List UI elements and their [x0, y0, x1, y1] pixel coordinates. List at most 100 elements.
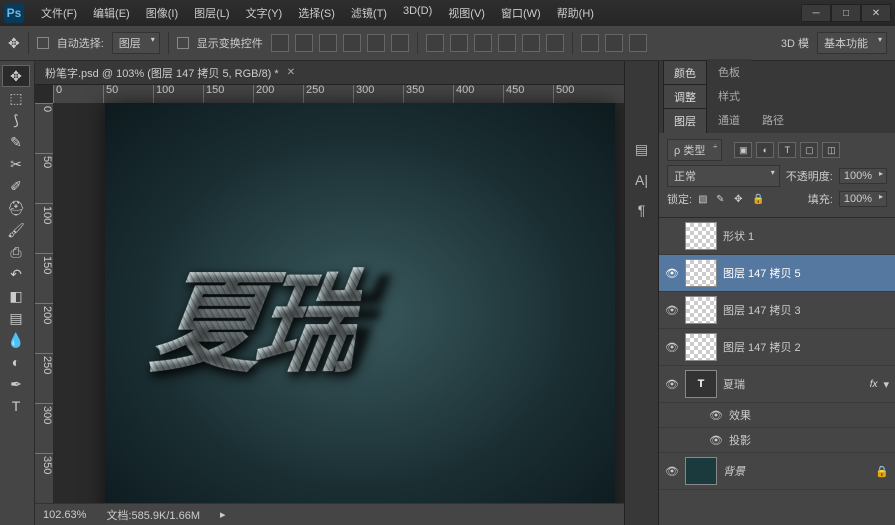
canvas-text-art[interactable]: 夏瑞 [144, 233, 370, 393]
visibility-toggle[interactable]: 👁 [665, 304, 679, 317]
align-hcenter-icon[interactable] [367, 34, 385, 52]
pen-tool[interactable]: ✒ [2, 373, 30, 395]
heal-tool[interactable]: ⛑ [2, 197, 30, 219]
layer-name[interactable]: 夏瑞 [723, 376, 864, 392]
align-left-icon[interactable] [343, 34, 361, 52]
align-vcenter-icon[interactable] [295, 34, 313, 52]
layer-thumb[interactable] [685, 222, 717, 250]
brush-tool[interactable]: 🖌 [2, 219, 30, 241]
visibility-toggle[interactable]: 👁 [665, 267, 679, 280]
eyedrop-tool[interactable]: ✐ [2, 175, 30, 197]
layer-dropdown[interactable]: 图层 [112, 32, 160, 54]
layer-row[interactable]: 👁 图层 147 拷贝 5 [659, 255, 895, 292]
layer-row[interactable]: 👁 T 夏瑞 fx ▾ [659, 366, 895, 403]
canvas[interactable]: 夏瑞 [105, 103, 615, 503]
visibility-toggle[interactable]: 👁 [665, 465, 679, 478]
menu-filter[interactable]: 滤镜(T) [344, 2, 394, 24]
lock-all-icon[interactable]: 🔒 [752, 194, 764, 205]
tab-adjust[interactable]: 调整 [663, 84, 707, 109]
char-icon[interactable]: A| [635, 172, 648, 188]
fx-badge[interactable]: fx [870, 379, 878, 390]
zoom-level[interactable]: 102.63% [43, 509, 86, 521]
layer-thumb[interactable]: T [685, 370, 717, 398]
lock-paint-icon[interactable]: ✎ [716, 194, 728, 205]
tab-style[interactable]: 样式 [707, 83, 751, 109]
layer-name[interactable]: 形状 1 [723, 228, 889, 244]
opacity-input[interactable]: 100% [839, 168, 887, 184]
move-tool[interactable]: ✥ [2, 65, 30, 87]
layer-thumb[interactable] [685, 259, 717, 287]
visibility-toggle[interactable]: 👁 [709, 434, 723, 447]
dodge-tool[interactable]: ◐ [2, 351, 30, 373]
para-icon[interactable]: ¶ [638, 202, 646, 218]
fill-input[interactable]: 100% [839, 191, 887, 207]
menu-window[interactable]: 窗口(W) [494, 2, 548, 24]
visibility-toggle[interactable]: 👁 [709, 409, 723, 422]
document-close-icon[interactable]: ✕ [287, 67, 295, 78]
menu-image[interactable]: 图像(I) [139, 2, 185, 24]
layer-thumb[interactable] [685, 296, 717, 324]
filter-smart-icon[interactable]: ◫ [822, 142, 840, 158]
visibility-toggle[interactable]: 👁 [665, 378, 679, 391]
lasso-tool[interactable]: ⟆ [2, 109, 30, 131]
layer-name[interactable]: 图层 147 拷贝 3 [723, 302, 889, 318]
menu-help[interactable]: 帮助(H) [550, 2, 601, 24]
dist-1-icon[interactable] [426, 34, 444, 52]
menu-edit[interactable]: 编辑(E) [86, 2, 137, 24]
workspace-dropdown[interactable]: 基本功能 [817, 32, 887, 54]
align-bottom-icon[interactable] [319, 34, 337, 52]
menu-3d[interactable]: 3D(D) [396, 2, 439, 24]
filter-type-dropdown[interactable]: ρ 类型 [667, 139, 722, 161]
filter-pixel-icon[interactable]: ▣ [734, 142, 752, 158]
history-icon[interactable]: ▤ [635, 141, 648, 158]
layer-thumb[interactable] [685, 457, 717, 485]
tab-swatch[interactable]: 色板 [707, 59, 751, 85]
menu-select[interactable]: 选择(S) [291, 2, 342, 24]
fx-effects[interactable]: 👁 效果 [659, 403, 895, 428]
crop-tool[interactable]: ✂ [2, 153, 30, 175]
transform-checkbox[interactable] [177, 37, 189, 49]
menu-type[interactable]: 文字(Y) [239, 2, 290, 24]
dist-5-icon[interactable] [522, 34, 540, 52]
dist-2-icon[interactable] [450, 34, 468, 52]
layer-row[interactable]: 👁 背景 🔒 [659, 453, 895, 490]
blur-tool[interactable]: 💧 [2, 329, 30, 351]
stamp-tool[interactable]: ⎙ [2, 241, 30, 263]
layer-name[interactable]: 背景 [723, 463, 869, 479]
dist-3-icon[interactable] [474, 34, 492, 52]
3d-3-icon[interactable] [629, 34, 647, 52]
visibility-toggle[interactable]: 👁 [665, 341, 679, 354]
blend-mode-dropdown[interactable]: 正常 [667, 165, 780, 187]
tab-paths[interactable]: 路径 [751, 107, 795, 133]
layer-row[interactable]: 形状 1 [659, 218, 895, 255]
history-tool[interactable]: ↶ [2, 263, 30, 285]
type-tool[interactable]: T [2, 395, 30, 417]
minimize-button[interactable]: ─ [801, 4, 831, 22]
dist-4-icon[interactable] [498, 34, 516, 52]
menu-file[interactable]: 文件(F) [34, 2, 84, 24]
wand-tool[interactable]: ✎ [2, 131, 30, 153]
fx-chevron-icon[interactable]: ▾ [883, 378, 889, 391]
dist-6-icon[interactable] [546, 34, 564, 52]
layer-row[interactable]: 👁 图层 147 拷贝 3 [659, 292, 895, 329]
autoselect-checkbox[interactable] [37, 37, 49, 49]
align-top-icon[interactable] [271, 34, 289, 52]
align-right-icon[interactable] [391, 34, 409, 52]
document-tab[interactable]: 粉笔字.psd @ 103% (图层 147 拷贝 5, RGB/8) * ✕ [35, 61, 624, 85]
close-button[interactable]: ✕ [861, 4, 891, 22]
tab-channels[interactable]: 通道 [707, 107, 751, 133]
3d-2-icon[interactable] [605, 34, 623, 52]
layer-row[interactable]: 👁 图层 147 拷贝 2 [659, 329, 895, 366]
filter-type-icon[interactable]: T [778, 142, 796, 158]
filter-adjust-icon[interactable]: ◐ [756, 142, 774, 158]
status-arrow-icon[interactable]: ▸ [220, 508, 226, 521]
menu-layer[interactable]: 图层(L) [187, 2, 236, 24]
maximize-button[interactable]: □ [831, 4, 861, 22]
layer-name[interactable]: 图层 147 拷贝 2 [723, 339, 889, 355]
fx-shadow[interactable]: 👁 投影 [659, 428, 895, 453]
eraser-tool[interactable]: ◧ [2, 285, 30, 307]
lock-pixels-icon[interactable]: ▧ [698, 194, 710, 205]
marquee-tool[interactable]: ⬚ [2, 87, 30, 109]
filter-shape-icon[interactable]: ▢ [800, 142, 818, 158]
gradient-tool[interactable]: ▤ [2, 307, 30, 329]
